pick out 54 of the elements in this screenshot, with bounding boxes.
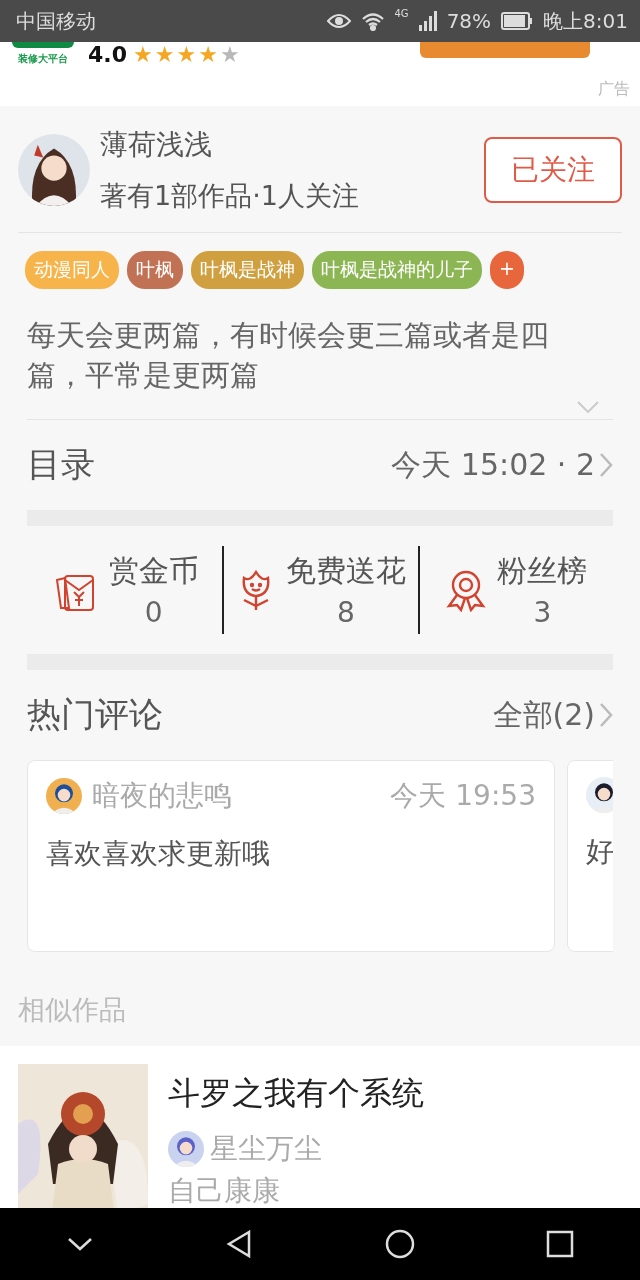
clock-text: 晚上8:01 [543,7,628,35]
comment-time: 今天 19:53 [390,778,536,814]
author-avatar [168,1131,204,1167]
wifi-icon [360,11,385,31]
signal-icon [418,11,437,31]
author-info: 著有1部作品·1人关注 [100,179,360,213]
user-avatar [586,777,613,813]
recents-icon[interactable] [545,1229,575,1259]
stat-value: 3 [533,596,552,629]
logo-caption: 装修大平台 [18,52,68,66]
comment-card[interactable]: 暗夜的悲鸣 今天 19:53 喜欢喜欢求更新哦 [27,760,555,952]
description: 每天会更两篇，有时候会更三篇或者是四篇，平常是更两篇 [27,317,550,394]
similar-works-title: 相似作品 [17,993,127,1027]
star-icon: ★ [154,43,175,66]
stat-value: 0 [144,596,163,629]
chevron-right-icon [599,452,613,478]
network-type-text: 4G [394,8,409,19]
comment-text: 好 [586,834,613,870]
app-logo [12,42,74,48]
author-name[interactable]: 薄荷浅浅 [100,126,474,164]
stat-value: 8 [337,596,355,629]
stat-item[interactable]: 赏金币 0 [27,546,223,634]
rating-value: 4.0 [88,42,127,67]
stat-label: 赏金币 [108,552,199,590]
stat-item[interactable]: 粉丝榜 3 [417,546,613,634]
work-summary: 自己康康 [168,1173,281,1208]
battery-text: 78% [446,9,492,33]
comment-text: 喜欢喜欢求更新哦 [46,836,271,872]
star-icon: ★ [198,43,218,66]
star-icon: ★ [219,43,240,66]
medal-icon [445,568,488,612]
tag[interactable]: 叶枫 [127,251,183,289]
work-title: 斗罗之我有个系统 [168,1073,424,1114]
user-avatar [46,778,82,814]
comment-user: 暗夜的悲鸣 [92,778,233,814]
catalog-update-link[interactable]: 今天 15:02 · 2 [391,444,613,486]
stat-label: 粉丝榜 [497,552,588,590]
chevron-right-icon [599,702,613,728]
follow-button[interactable]: 已关注 [484,137,622,203]
comments-title: 热门评论 [27,693,163,736]
ad-banner[interactable]: 装修大平台 4.0 ★★★★★ 广告 [0,42,640,106]
stat-label: 免费送花 [286,552,406,590]
battery-icon [501,12,534,30]
catalog-title: 目录 [27,443,95,486]
comment-card[interactable]: 好 [567,760,613,952]
eye-icon [326,13,351,29]
star-icon: ★ [176,43,197,66]
carrier-text: 中国移动 [16,7,96,35]
home-icon[interactable] [385,1229,415,1259]
star-icon: ★ [133,43,153,66]
ad-label: 广告 [598,79,630,100]
all-comments-link[interactable]: 全部(2) [492,694,613,736]
stat-item[interactable]: 免费送花 8 [222,546,418,634]
work-author: 星尘万尘 [210,1131,322,1167]
